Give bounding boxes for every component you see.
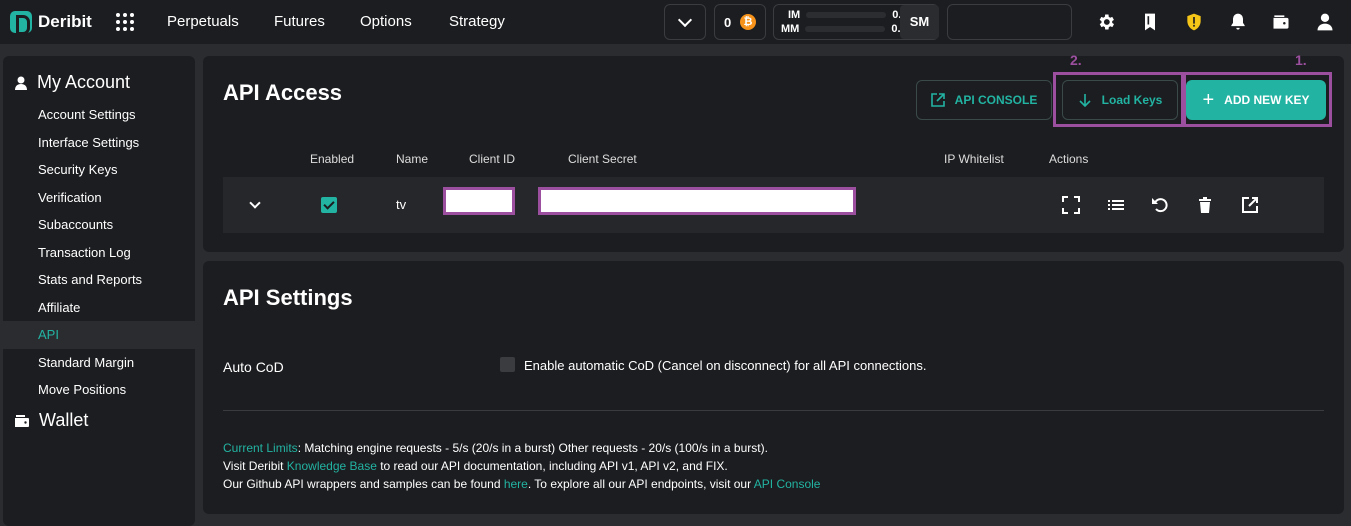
nav-strategy[interactable]: Strategy — [449, 13, 505, 30]
current-limits-link[interactable]: Current Limits — [223, 441, 298, 455]
search-box[interactable] — [947, 4, 1072, 40]
api-console-link[interactable]: API Console — [754, 477, 821, 491]
sidebar-item-affiliate[interactable]: Affiliate — [38, 300, 80, 315]
im-label: IM — [788, 9, 801, 21]
brand-name: Deribit — [38, 12, 92, 31]
refresh-icon[interactable] — [1151, 196, 1169, 214]
nav-perpetuals[interactable]: Perpetuals — [167, 13, 239, 30]
expand-chevron-icon[interactable] — [249, 197, 261, 209]
auto-cod-checkbox[interactable] — [500, 357, 515, 372]
margin-display[interactable]: IM 0.00% MM 0.00% SM — [773, 4, 939, 40]
add-new-key-label: ADD NEW KEY — [1224, 93, 1310, 107]
external-link-icon — [930, 93, 945, 107]
client-secret-redacted — [538, 187, 856, 215]
column-header-client-secret: Client Secret — [568, 152, 637, 166]
table-row: tv — [223, 177, 1324, 233]
plus-icon: + — [1202, 88, 1215, 111]
margin-mode-badge[interactable]: SM — [900, 5, 939, 39]
apps-grid-icon[interactable] — [116, 13, 134, 31]
key-name: tv — [396, 197, 407, 212]
external-link-icon[interactable] — [1241, 196, 1259, 214]
trash-icon[interactable] — [1196, 196, 1214, 214]
deribit-logo[interactable]: Deribit — [10, 11, 92, 35]
im-bar — [806, 12, 887, 18]
column-header-enabled: Enabled — [310, 152, 355, 166]
sidebar-item-verification[interactable]: Verification — [38, 190, 102, 205]
api-access-title: API Access — [223, 80, 343, 105]
sidebar: My Account Account Settings Interface Se… — [3, 56, 195, 526]
kb-text-b: to read our API documentation, including… — [376, 459, 728, 473]
my-account-heading[interactable]: My Account — [15, 72, 130, 93]
api-settings-panel: API Settings Auto CoD Enable automatic C… — [203, 261, 1344, 514]
shield-alert-icon[interactable] — [1184, 12, 1204, 32]
fullscreen-icon[interactable] — [1062, 196, 1080, 214]
wallet-heading[interactable]: Wallet — [15, 410, 88, 431]
column-header-client-id: Client ID — [469, 152, 516, 166]
wallet-icon[interactable] — [1271, 12, 1291, 32]
api-console-label: API CONSOLE — [954, 93, 1038, 107]
add-new-key-button[interactable]: + ADD NEW KEY — [1186, 80, 1326, 120]
nav-options[interactable]: Options — [360, 13, 412, 30]
bitcoin-icon: ₿ — [740, 14, 756, 30]
limits-text: : Matching engine requests - 5/s (20/s i… — [297, 441, 768, 455]
github-here-link[interactable]: here — [504, 477, 528, 491]
list-icon[interactable] — [1107, 196, 1125, 214]
api-console-button[interactable]: API CONSOLE — [916, 80, 1052, 120]
user-icon — [15, 76, 27, 90]
dropdown-button[interactable] — [664, 4, 706, 40]
wallet-label: Wallet — [39, 410, 89, 430]
balance-value: 0 — [724, 15, 732, 30]
bookmark-icon[interactable] — [1140, 12, 1160, 32]
knowledge-base-link[interactable]: Knowledge Base — [287, 459, 377, 473]
api-settings-title: API Settings — [223, 285, 353, 310]
auto-cod-label: Auto CoD — [223, 359, 284, 375]
wallet-icon — [15, 414, 29, 427]
sidebar-item-transaction-log[interactable]: Transaction Log — [38, 245, 131, 260]
divider — [223, 410, 1324, 411]
sidebar-item-api[interactable]: API — [38, 327, 59, 342]
api-access-panel: API Access API CONSOLE 2. Load Keys 1. +… — [203, 52, 1344, 252]
sidebar-item-account-settings[interactable]: Account Settings — [38, 107, 136, 122]
github-text-b: . To explore all our API endpoints, visi… — [527, 477, 754, 491]
limits-line: Current Limits: Matching engine requests… — [223, 441, 768, 455]
sidebar-item-subaccounts[interactable]: Subaccounts — [38, 217, 113, 232]
annotation-1: 1. — [1295, 52, 1307, 68]
sidebar-item-stats-reports[interactable]: Stats and Reports — [38, 272, 142, 287]
chevron-down-icon — [677, 12, 693, 28]
gear-icon[interactable] — [1096, 12, 1116, 32]
github-line: Our Github API wrappers and samples can … — [223, 477, 820, 491]
column-header-ip-whitelist: IP Whitelist — [944, 152, 1004, 166]
load-keys-button[interactable]: Load Keys — [1062, 80, 1178, 120]
deribit-logo-icon — [10, 11, 32, 35]
my-account-label: My Account — [37, 72, 131, 92]
auto-cod-description: Enable automatic CoD (Cancel on disconne… — [524, 358, 927, 373]
sidebar-active-highlight — [3, 321, 195, 349]
balance-display[interactable]: 0 ₿ — [714, 4, 766, 40]
top-bar: Deribit Perpetuals Futures Options Strat… — [0, 0, 1351, 44]
kb-text-a: Visit Deribit — [223, 459, 287, 473]
arrow-down-icon — [1079, 94, 1091, 107]
client-id-redacted — [443, 187, 515, 215]
column-header-name: Name — [396, 152, 429, 166]
sidebar-item-interface-settings[interactable]: Interface Settings — [38, 135, 139, 150]
github-text-a: Our Github API wrappers and samples can … — [223, 477, 504, 491]
knowledge-base-line: Visit Deribit Knowledge Base to read our… — [223, 459, 728, 473]
mm-bar — [805, 26, 886, 32]
annotation-2: 2. — [1070, 52, 1082, 68]
bell-icon[interactable] — [1228, 12, 1248, 32]
column-header-actions: Actions — [1049, 152, 1089, 166]
sidebar-item-move-positions[interactable]: Move Positions — [38, 382, 126, 397]
mm-label: MM — [781, 23, 800, 35]
nav-futures[interactable]: Futures — [274, 13, 325, 30]
sidebar-item-security-keys[interactable]: Security Keys — [38, 162, 117, 177]
user-icon[interactable] — [1315, 12, 1335, 32]
load-keys-label: Load Keys — [1101, 93, 1163, 107]
enabled-checkbox[interactable] — [321, 197, 337, 213]
sidebar-item-standard-margin[interactable]: Standard Margin — [38, 355, 134, 370]
